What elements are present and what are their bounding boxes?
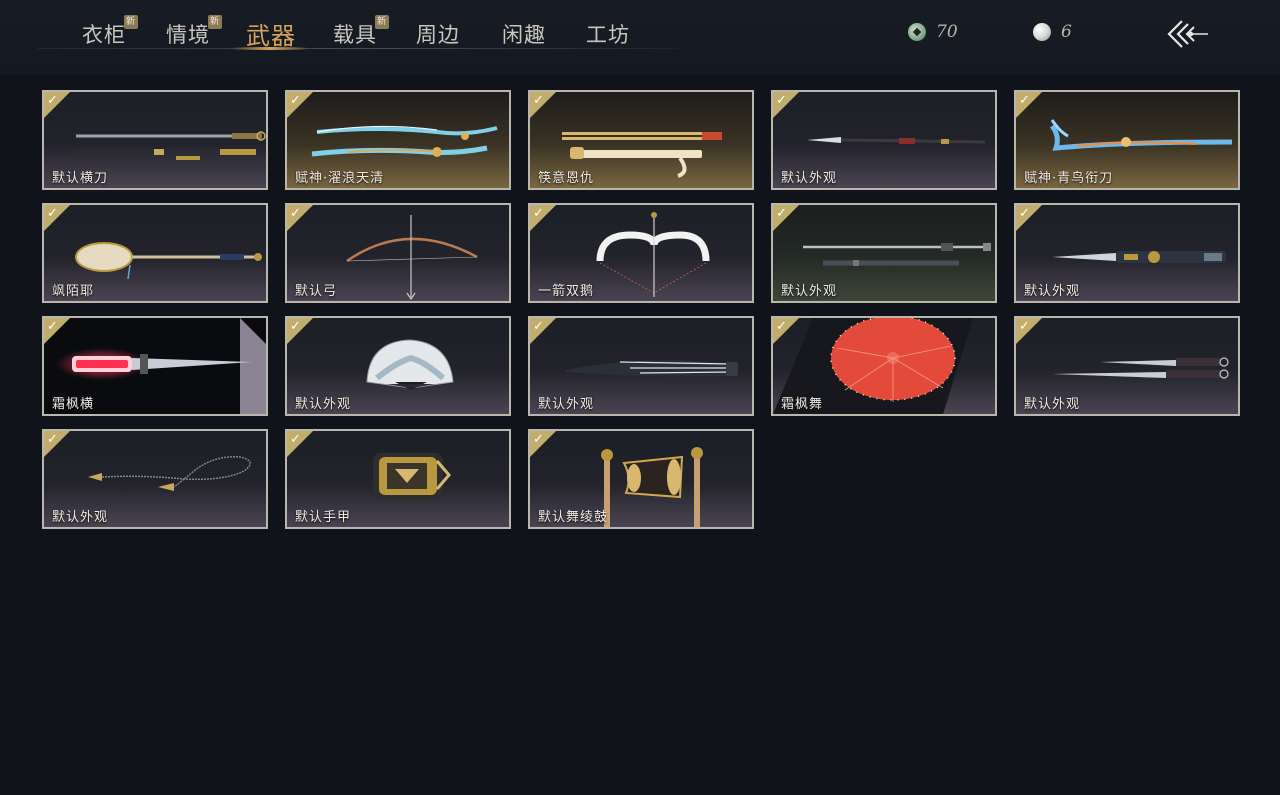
weapon-card[interactable]: ✓ 默认舞绫鼓: [528, 429, 754, 529]
checkmark-icon: ✓: [290, 93, 301, 108]
checkmark-icon: ✓: [776, 93, 787, 108]
top-nav-bar: 衣柜 新 情境 新 武器 载具 新 周边 闲趣 工坊 70 6: [0, 0, 1280, 75]
active-tab-indicator: [232, 47, 308, 50]
tab-label: 武器: [246, 22, 296, 50]
tab-wardrobe[interactable]: 衣柜 新: [82, 15, 138, 51]
tab-leisure[interactable]: 闲趣: [502, 19, 546, 51]
new-badge: 新: [208, 15, 222, 29]
weapon-name: 默认外观: [1024, 284, 1081, 299]
tab-label: 载具: [333, 23, 377, 47]
weapon-name: 默认外观: [295, 397, 352, 412]
checkmark-icon: ✓: [776, 319, 787, 334]
new-badge: 新: [375, 15, 389, 29]
checkmark-icon: ✓: [47, 319, 58, 334]
checkmark-icon: ✓: [47, 432, 58, 447]
weapon-card[interactable]: ✓ 一箭双鹅: [528, 203, 754, 303]
weapon-name: 飒陌耶: [52, 284, 95, 299]
tab-workshop[interactable]: 工坊: [586, 19, 630, 51]
weapon-card[interactable]: ✓ 默认外观: [771, 203, 997, 303]
weapon-card[interactable]: ✓ 默认外观: [1014, 203, 1240, 303]
tab-scenes[interactable]: 情境 新: [166, 15, 222, 51]
checkmark-icon: ✓: [290, 319, 301, 334]
weapon-card[interactable]: ✓ 默认外观: [285, 316, 511, 416]
checkmark-icon: ✓: [1019, 319, 1030, 334]
weapon-name: 霜枫舞: [781, 397, 824, 412]
weapon-card[interactable]: ✓ 霜枫横: [42, 316, 268, 416]
pearl-currency: 6: [1033, 20, 1072, 44]
tab-divider: [38, 48, 678, 49]
checkmark-icon: ✓: [1019, 206, 1030, 221]
checkmark-icon: ✓: [776, 206, 787, 221]
weapon-name: 默认弓: [295, 284, 338, 299]
pearl-icon: [1033, 23, 1051, 41]
weapon-name: 默认横刀: [52, 171, 109, 186]
tab-weapons[interactable]: 武器: [246, 16, 296, 50]
weapon-name: 默认外观: [1024, 397, 1081, 412]
checkmark-icon: ✓: [290, 432, 301, 447]
tab-mounts[interactable]: 载具 新: [333, 15, 389, 51]
tab-accessories[interactable]: 周边: [416, 19, 460, 51]
category-tabs: 衣柜 新 情境 新 武器 载具 新 周边 闲趣 工坊: [0, 0, 680, 75]
checkmark-icon: ✓: [533, 206, 544, 221]
checkmark-icon: ✓: [533, 93, 544, 108]
weapon-name: 默认手甲: [295, 510, 352, 525]
weapon-name: 默认外观: [781, 284, 838, 299]
weapon-card[interactable]: ✓ 默认外观: [42, 429, 268, 529]
weapon-card[interactable]: ✓ 筷意恩仇: [528, 90, 754, 190]
weapon-card[interactable]: ✓ 默认弓: [285, 203, 511, 303]
weapon-card[interactable]: ✓ 赋神·青鸟衔刀: [1014, 90, 1240, 190]
weapon-name: 默认外观: [52, 510, 109, 525]
weapon-card[interactable]: ✓ 飒陌耶: [42, 203, 268, 303]
tab-label: 工坊: [586, 23, 630, 47]
weapon-name: 默认舞绫鼓: [538, 510, 609, 525]
pearl-amount: 6: [1061, 22, 1072, 42]
weapon-card[interactable]: ✓ 默认外观: [1014, 316, 1240, 416]
checkmark-icon: ✓: [47, 93, 58, 108]
tab-label: 衣柜: [82, 23, 126, 47]
weapon-card[interactable]: ✓ 默认外观: [771, 90, 997, 190]
checkmark-icon: ✓: [533, 432, 544, 447]
weapon-name: 赋神·青鸟衔刀: [1024, 171, 1114, 186]
tab-label: 周边: [416, 23, 460, 47]
weapon-name: 默认外观: [538, 397, 595, 412]
weapon-card[interactable]: ✓ 默认外观: [528, 316, 754, 416]
tab-label: 情境: [166, 23, 210, 47]
checkmark-icon: ✓: [1019, 93, 1030, 108]
tab-label: 闲趣: [502, 23, 546, 47]
jade-coin-icon: [908, 23, 926, 41]
weapon-card[interactable]: ✓ 赋神·濯浪天清: [285, 90, 511, 190]
weapon-grid: ✓ 默认横刀 ✓ 赋神·濯浪天清 ✓ 筷意恩仇 ✓ 默认外观 ✓ 赋神·青鸟衔刀…: [42, 90, 1244, 532]
checkmark-icon: ✓: [533, 319, 544, 334]
jade-currency: 70: [908, 20, 958, 44]
weapon-name: 赋神·濯浪天清: [295, 171, 385, 186]
jade-amount: 70: [936, 22, 958, 42]
checkmark-icon: ✓: [47, 206, 58, 221]
weapon-name: 霜枫横: [52, 397, 95, 412]
back-button[interactable]: [1164, 18, 1210, 50]
checkmark-icon: ✓: [290, 206, 301, 221]
weapon-card[interactable]: ✓ 霜枫舞: [771, 316, 997, 416]
weapon-name: 筷意恩仇: [538, 171, 595, 186]
weapon-card[interactable]: ✓ 默认横刀: [42, 90, 268, 190]
new-badge: 新: [124, 15, 138, 29]
weapon-name: 一箭双鹅: [538, 284, 595, 299]
weapon-card[interactable]: ✓ 默认手甲: [285, 429, 511, 529]
back-arrow-icon: [1167, 20, 1208, 48]
weapon-name: 默认外观: [781, 171, 838, 186]
